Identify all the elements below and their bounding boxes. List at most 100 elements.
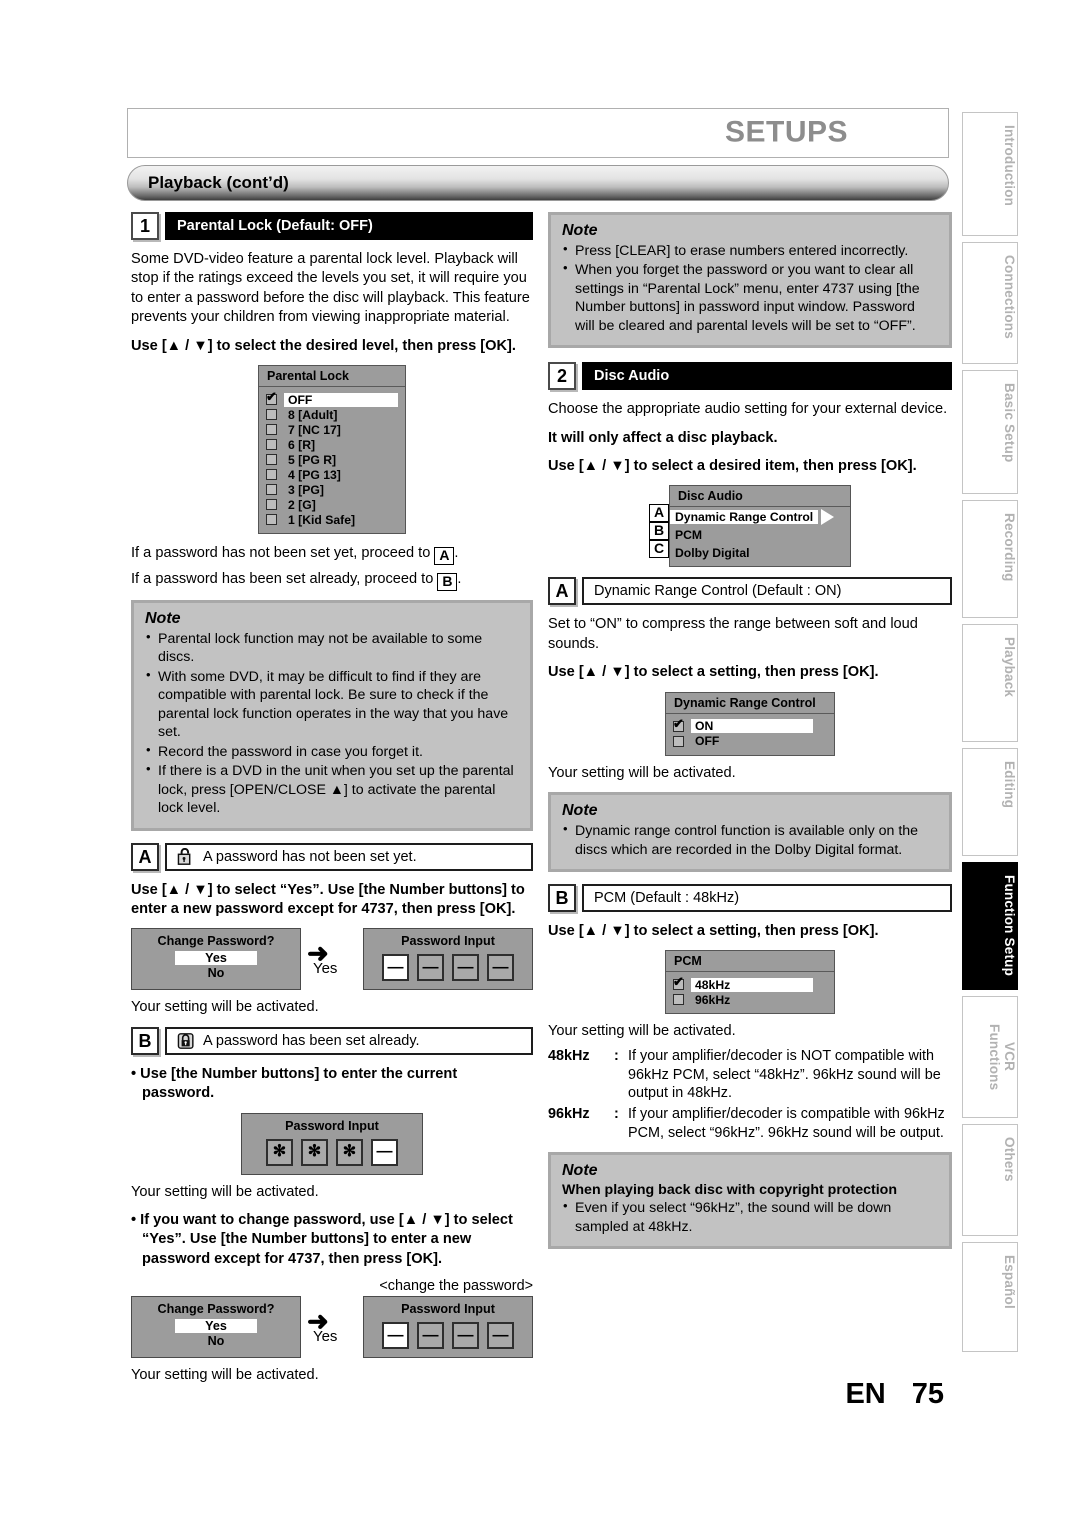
change-password-dialog: Change Password? Yes No <box>131 1296 301 1359</box>
tab-label: Español <box>1002 1255 1017 1309</box>
osd-menu-item[interactable]: 6 [R] <box>266 437 398 452</box>
checkbox-icon <box>673 735 684 747</box>
sidebar-tab-others[interactable]: Others <box>962 1124 1018 1236</box>
password-cell[interactable]: — <box>452 954 480 982</box>
password-cell[interactable]: ✻ <box>301 1138 328 1166</box>
right-section-a-heading: A Dynamic Range Control (Default : ON) <box>548 577 952 606</box>
drc-osd-menu: Dynamic Range Control ON OFF <box>665 691 835 756</box>
password-cell[interactable]: — <box>371 1138 398 1166</box>
osd-menu-item[interactable]: Dolby Digital <box>670 544 850 562</box>
sidebar-tab-function-setup[interactable]: Function Setup <box>962 862 1018 990</box>
reference-badge-a: A <box>649 504 669 523</box>
osd-menu-item[interactable]: 2 [G] <box>266 497 398 512</box>
drc-instruction: Use [▲ / ▼] to select a setting, then pr… <box>548 664 879 681</box>
osd-item-label: 48kHz <box>691 977 813 992</box>
note-item: When you forget the password or you want… <box>562 260 938 335</box>
tab-label: VCR Functions <box>987 1023 1017 1091</box>
osd-menu-item[interactable]: OFF <box>266 390 398 407</box>
option-yes[interactable]: Yes <box>174 1319 257 1334</box>
osd-menu-item[interactable]: 7 [NC 17] <box>266 422 398 437</box>
sidebar-tab-editing[interactable]: Editing <box>962 748 1018 856</box>
osd-menu-item[interactable]: PCM <box>670 526 850 544</box>
option-no[interactable]: No <box>132 1334 300 1348</box>
step-2-heading: 2 Disc Audio <box>548 362 952 391</box>
password-cells[interactable]: — — — — <box>364 1319 532 1355</box>
pcm-definitions: 48kHz : If your amplifier/decoder is NOT… <box>548 1047 952 1143</box>
sidebar-tab-recording[interactable]: Recording <box>962 500 1018 618</box>
osd-menu-item[interactable]: 96kHz <box>673 992 827 1007</box>
osd-menu-item[interactable]: ON <box>673 717 827 734</box>
osd-menu-item[interactable]: 1 [Kid Safe] <box>266 512 398 527</box>
checkbox-icon <box>266 424 277 436</box>
checkbox-checked-icon <box>266 390 277 406</box>
password-cell[interactable]: — <box>487 954 515 982</box>
proceed-b-period: . <box>457 571 462 588</box>
password-cell[interactable]: ✻ <box>336 1138 363 1166</box>
osd-menu-item[interactable]: 3 [PG] <box>266 482 398 497</box>
page-title: SETUPS <box>724 115 848 149</box>
reference-badge-b: B <box>649 522 669 541</box>
checkbox-icon <box>266 439 277 451</box>
right-section-a-title: Dynamic Range Control (Default : ON) <box>594 583 842 600</box>
locked-padlock-icon <box>177 1032 194 1049</box>
sidebar-tab-connections[interactable]: Connections <box>962 242 1018 364</box>
password-cell[interactable]: — <box>452 1322 480 1350</box>
sidebar-tab-basic-setup[interactable]: Basic Setup <box>962 370 1018 494</box>
disc-audio-badges: A B C <box>649 485 669 559</box>
tab-label: Function Setup <box>1002 875 1017 977</box>
osd-item-label: 7 [NC 17] <box>288 422 341 437</box>
step-number-badge: 2 <box>548 362 576 391</box>
option-yes[interactable]: Yes <box>174 951 257 966</box>
password-input-dialog: Password Input — — — — <box>363 1296 533 1359</box>
disc-audio-osd-menu: Disc Audio Dynamic Range Control PCM Dol… <box>669 485 851 568</box>
password-cell[interactable]: — <box>417 1322 445 1350</box>
password-cells[interactable]: ✻ ✻ ✻ — <box>242 1136 422 1172</box>
osd-item-label: 96kHz <box>695 992 731 1007</box>
note-box-copyright: Note When playing back disc with copyrig… <box>548 1152 952 1250</box>
osd-item-label: 8 [Adult] <box>288 407 338 422</box>
sidebar-tab-playback[interactable]: Playback <box>962 624 1018 742</box>
checkbox-icon <box>266 499 277 511</box>
note-box-clear-password: Note Press [CLEAR] to erase numbers ente… <box>548 212 952 349</box>
manual-page: SETUPS Playback (cont’d) 1 Parental Lock… <box>0 0 1080 1528</box>
definition-term: 96kHz <box>548 1105 590 1122</box>
definition-description: If your amplifier/decoder is NOT compati… <box>628 1047 941 1102</box>
disc-audio-instruction: Use [▲ / ▼] to select a desired item, th… <box>548 458 917 475</box>
disc-audio-menu-wrap: A B C Disc Audio Dynamic Range Control P… <box>548 485 952 568</box>
password-cell[interactable]: — <box>417 954 445 982</box>
password-cell[interactable]: — <box>487 1322 515 1350</box>
osd-menu-item[interactable]: 5 [PG R] <box>266 452 398 467</box>
password-cell[interactable]: ✻ <box>266 1138 293 1166</box>
yes-no-options[interactable]: Yes No <box>132 1319 300 1348</box>
osd-menu-title: PCM <box>666 951 834 973</box>
sidebar-tab-introduction[interactable]: Introduction <box>962 112 1018 236</box>
yes-no-options[interactable]: Yes No <box>132 951 300 980</box>
osd-menu-body: ON OFF <box>666 714 834 755</box>
osd-item-label: 2 [G] <box>288 497 316 512</box>
section-b-title-bar: A password has been set already. <box>165 1026 533 1055</box>
sidebar-tab-espanol[interactable]: Español <box>962 1242 1018 1352</box>
osd-menu-item[interactable]: 8 [Adult] <box>266 407 398 422</box>
password-cell[interactable]: — <box>382 1322 410 1350</box>
tab-label: Connections <box>1002 255 1017 339</box>
section-a-dialog-flow: Change Password? Yes No ➜ Yes Password I… <box>131 928 533 991</box>
password-cell[interactable]: — <box>382 954 410 982</box>
osd-menu-item[interactable]: OFF <box>673 734 827 749</box>
note-subtitle: When playing back disc with copyright pr… <box>562 1182 898 1199</box>
definition-row: 96kHz : If your amplifier/decoder is com… <box>548 1105 952 1142</box>
option-no[interactable]: No <box>132 966 300 980</box>
right-section-b-title: PCM (Default : 48kHz) <box>594 890 740 907</box>
reference-badge-b: B <box>437 573 458 592</box>
section-title: Playback (cont’d) <box>148 173 289 192</box>
sidebar-tab-vcr-functions[interactable]: VCR Functions <box>962 996 1018 1118</box>
note-box-drc: Note Dynamic range control function is a… <box>548 792 952 873</box>
osd-item-label: OFF <box>284 392 398 407</box>
osd-menu-item[interactable]: 4 [PG 13] <box>266 467 398 482</box>
note-title: Note <box>562 802 598 820</box>
disc-audio-bold-note: It will only affect a disc playback. <box>548 429 778 446</box>
section-letter-badge: B <box>131 1026 159 1055</box>
definition-row: 48kHz : If your amplifier/decoder is NOT… <box>548 1047 952 1103</box>
password-cells[interactable]: — — — — <box>364 951 532 987</box>
osd-menu-item[interactable]: Dynamic Range Control <box>670 508 850 526</box>
osd-menu-item[interactable]: 48kHz <box>673 975 827 992</box>
